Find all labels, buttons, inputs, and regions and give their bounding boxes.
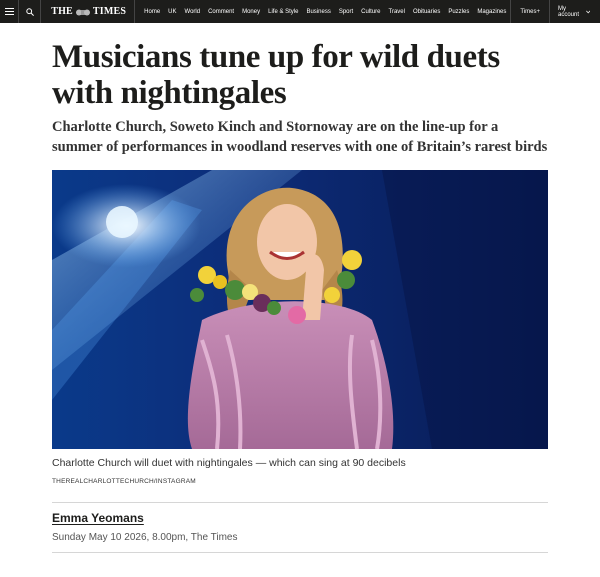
section-links: Home UK World Comment Money Life & Style Busin…: [135, 0, 510, 23]
crest-icon: [75, 9, 90, 15]
nav-link-money[interactable]: Money: [238, 9, 264, 15]
nav-link-obituaries[interactable]: Obituaries: [409, 9, 444, 15]
divider-bottom: [52, 552, 548, 553]
logo-text-left: THE: [51, 6, 73, 17]
nav-link-world[interactable]: World: [181, 9, 205, 15]
nav-link-uk[interactable]: UK: [164, 9, 180, 15]
nav-link-culture[interactable]: Culture: [357, 9, 384, 15]
my-account-button[interactable]: My account: [550, 0, 600, 23]
search-icon: [26, 7, 34, 16]
hero-photo-illustration: [52, 170, 548, 449]
divider-top: [52, 502, 548, 503]
image-caption: Charlotte Church will duet with nighting…: [52, 457, 406, 469]
nav-link-home[interactable]: Home: [140, 9, 164, 15]
times-plus-link[interactable]: Times+: [510, 0, 550, 23]
menu-button[interactable]: [0, 0, 20, 23]
hero-image: [52, 170, 548, 449]
chevron-down-icon: [585, 10, 590, 13]
search-button[interactable]: [19, 0, 42, 23]
logo-text-right: TIMES: [92, 6, 127, 17]
nav-link-puzzles[interactable]: Puzzles: [444, 9, 473, 15]
nav-link-comment[interactable]: Comment: [204, 9, 238, 15]
site-logo[interactable]: THE TIMES: [41, 0, 136, 23]
nav-right-group: Times+ My account: [510, 0, 600, 23]
image-credit: THEREALCHARLOTTECHURCH/INSTAGRAM: [52, 478, 196, 485]
nav-link-business[interactable]: Business: [302, 9, 334, 15]
author-link[interactable]: Emma Yeomans: [52, 511, 144, 525]
article-headline: Musicians tune up for wild duets with ni…: [52, 39, 500, 111]
nav-link-travel[interactable]: Travel: [385, 9, 409, 15]
article-standfirst: Charlotte Church, Soweto Kinch and Storn…: [52, 119, 548, 155]
nav-link-life-style[interactable]: Life & Style: [264, 9, 302, 15]
hamburger-menu-icon: [4, 8, 14, 15]
publish-dateline: Sunday May 10 2026, 8.00pm, The Times: [52, 532, 238, 543]
nav-link-magazines[interactable]: Magazines: [473, 9, 510, 15]
top-nav-bar: THE TIMES Home UK World Comment Money Life & …: [0, 0, 600, 23]
nav-link-sport[interactable]: Sport: [335, 9, 357, 15]
my-account-label: My account: [557, 5, 579, 18]
